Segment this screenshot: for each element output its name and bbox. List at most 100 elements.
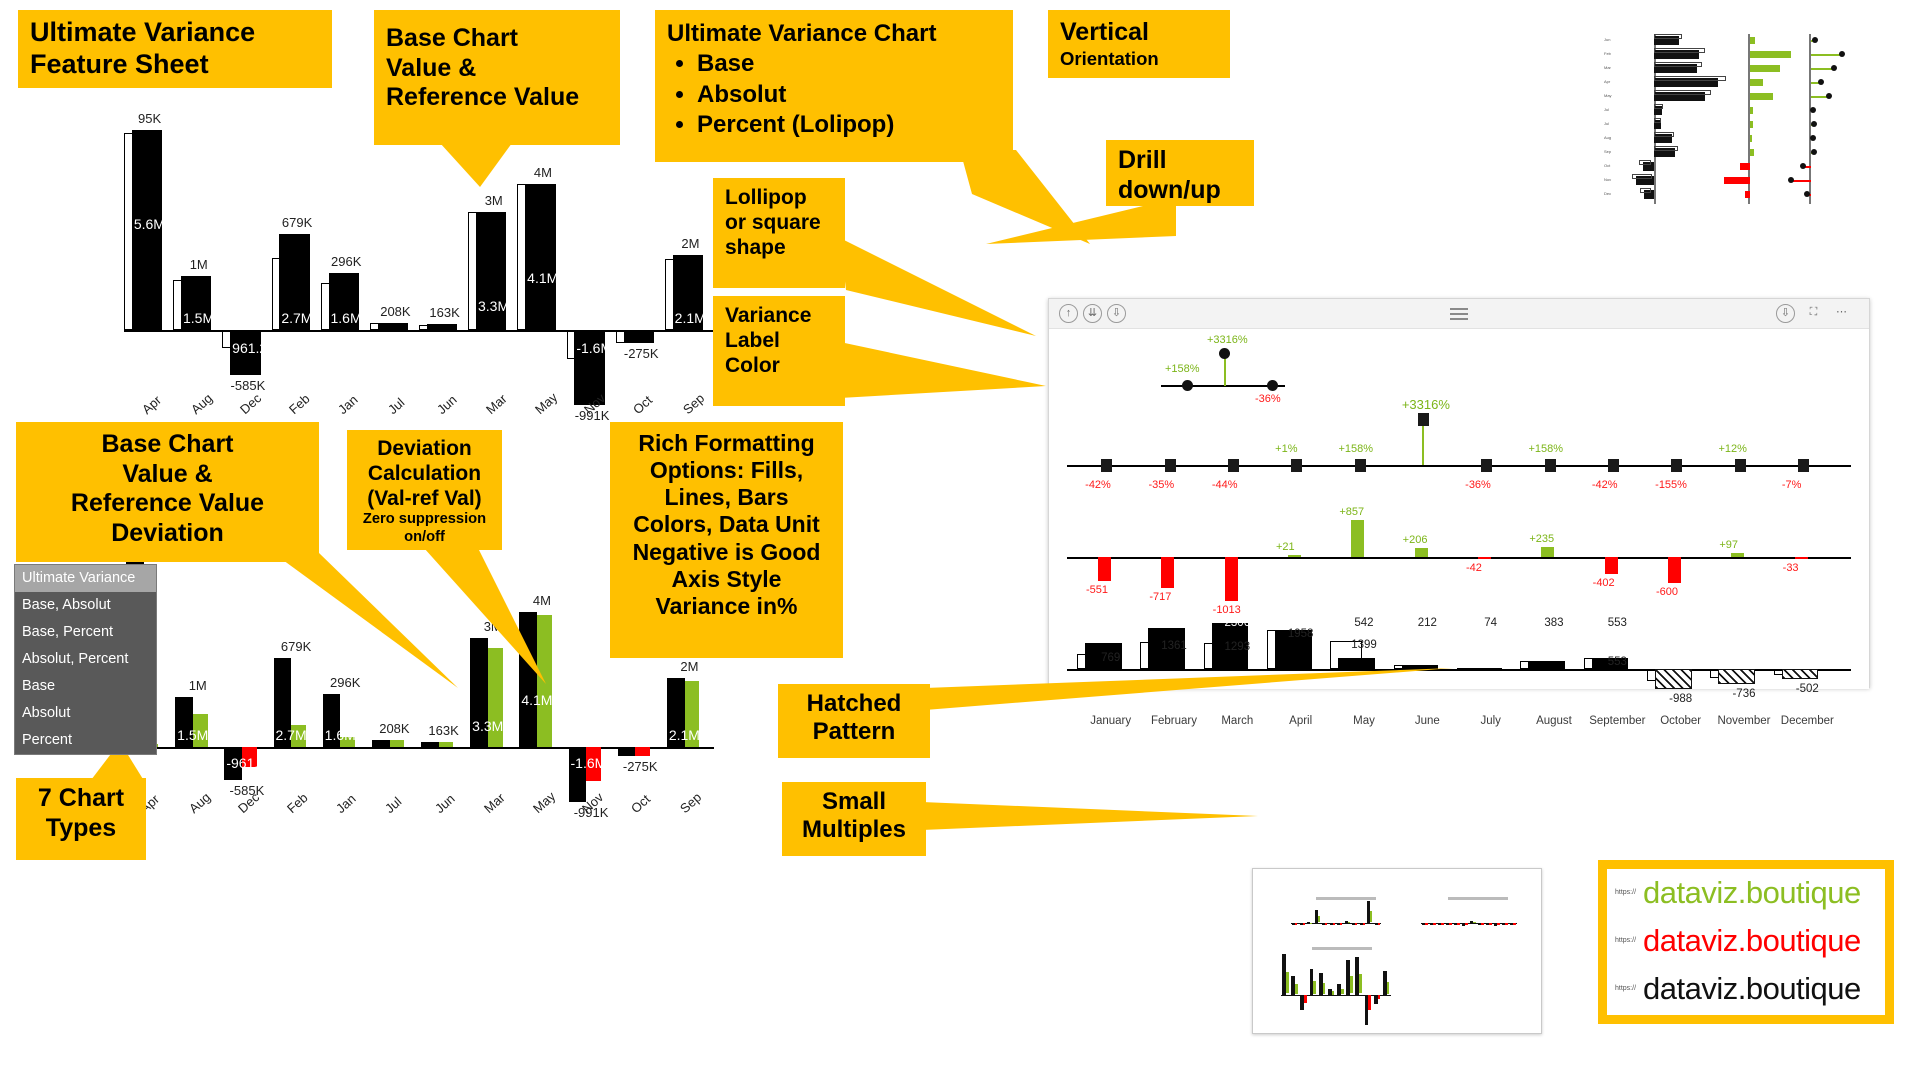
inset-label-36: -36% bbox=[1255, 393, 1281, 405]
focus-mode-icon[interactable]: ⇩ bbox=[1776, 304, 1795, 323]
sm-panel-bottom-dev-3 bbox=[1313, 980, 1317, 994]
sm-panel-top-left-dev-1 bbox=[1302, 923, 1305, 925]
chart-type-dropdown[interactable]: Ultimate Variance Base, Absolut Base, Pe… bbox=[14, 564, 157, 755]
sm-panel-bottom-dev-1 bbox=[1295, 984, 1298, 995]
callout-vertical-sub: Orientation bbox=[1060, 47, 1159, 69]
pbi-percent-label-10: +12% bbox=[1718, 443, 1747, 455]
pbi-absolute-label-3: +21 bbox=[1276, 541, 1295, 553]
pbi-percent-marker-5 bbox=[1417, 413, 1429, 426]
pbi-absolute-label-6: -42 bbox=[1466, 562, 1482, 574]
vert-thumb-reference-8 bbox=[1654, 146, 1678, 151]
top-chart-deviation-label-7: 3M bbox=[484, 193, 503, 209]
vert-thumb-variance-bar-8 bbox=[1750, 149, 1755, 156]
bottom-chart-deviation-label-10: -275K bbox=[622, 759, 658, 775]
dropdown-option-percent[interactable]: Percent bbox=[15, 727, 156, 754]
vert-thumb-month-11: Dec bbox=[1604, 191, 1612, 196]
top-chart-value-label-7: 3.3M bbox=[478, 298, 510, 315]
bottom-chart-value-bar-5 bbox=[371, 740, 390, 747]
sm-panel-top-left-dev-4 bbox=[1325, 923, 1328, 925]
vert-thumb-lolli-dot-5 bbox=[1810, 107, 1817, 113]
callout-base-chart-deviation: Base Chart Value & Reference Value Devia… bbox=[16, 422, 319, 562]
top-chart-category-label-4: Jan bbox=[335, 391, 362, 418]
top-chart-category-label-8: May bbox=[532, 389, 561, 418]
logo-url-prefix-black: https:// bbox=[1615, 985, 1637, 992]
bottom-chart-value-label-4: 1.6M bbox=[324, 727, 356, 743]
powerbi-report-frame[interactable]: ↑ ⇊ ⇩ ⇩ ⛶ ⋯ +158% +3316% -36% -42% -35% -4… bbox=[1048, 298, 1870, 727]
bottom-chart-value-label-7: 3.3M bbox=[472, 717, 504, 734]
pbi-base-reference-label-8: 553 bbox=[1607, 655, 1627, 668]
pbi-absolute-label-2: -1013 bbox=[1212, 604, 1241, 616]
bottom-chart-value-label-2: -961.2K bbox=[226, 755, 276, 771]
logo-name-red: dataviz.boutique bbox=[1643, 923, 1861, 958]
vert-thumb-month-3: Apr bbox=[1604, 79, 1611, 84]
dropdown-option-absolut[interactable]: Absolut bbox=[15, 700, 156, 727]
sm-panel-top-left-dev-10 bbox=[1370, 910, 1373, 922]
sm-panel-bottom-dev-6 bbox=[1340, 989, 1344, 995]
pbi-base-month-label-11: December bbox=[1780, 715, 1834, 727]
pbi-absolute-bar-0 bbox=[1098, 557, 1111, 581]
bottom-chart-value-bar-10 bbox=[617, 747, 636, 757]
sm-panel-bottom-dev-2 bbox=[1304, 995, 1307, 1003]
vert-thumb-month-0: Jun bbox=[1604, 37, 1611, 42]
bottom-chart-value-label-8: 4.1M bbox=[521, 691, 553, 708]
more-options-icon[interactable]: ⋯ bbox=[1832, 304, 1851, 323]
expand-icon[interactable]: ⛶ bbox=[1804, 304, 1823, 323]
dropdown-option-base[interactable]: Base bbox=[15, 673, 156, 700]
pbi-base-value-label-5: 212 bbox=[1417, 617, 1437, 629]
dropdown-option-absolut-percent[interactable]: Absolut, Percent bbox=[15, 646, 156, 673]
pbi-base-hatched-bar-9 bbox=[1655, 669, 1692, 689]
top-chart-deviation-label-6: 163K bbox=[429, 305, 460, 321]
sm-panel-top-right-title bbox=[1447, 897, 1508, 900]
bottom-chart-deviation-bar-5 bbox=[389, 740, 405, 747]
top-chart-category-label-0: Apr bbox=[138, 392, 164, 418]
callout-uvc-item-absolut: Absolut bbox=[697, 81, 1001, 109]
drill-down-icon[interactable]: ⇩ bbox=[1107, 304, 1126, 323]
pbi-percent-marker-7 bbox=[1544, 459, 1556, 472]
pbi-base-hatched-bar-11 bbox=[1781, 669, 1819, 679]
sm-panel-top-left-dev-5 bbox=[1332, 923, 1335, 925]
callout-ultimate-variance-chart: Ultimate Variance Chart Base Absolut Per… bbox=[655, 10, 1013, 162]
inset-dot-2 bbox=[1219, 348, 1230, 359]
bottom-chart-category-label-11: Sep bbox=[677, 789, 705, 817]
drill-up-icon[interactable]: ↑ bbox=[1059, 304, 1078, 323]
pbi-absolute-label-4: +857 bbox=[1339, 505, 1365, 518]
callout-base-chart-value-reference: Base Chart Value & Reference Value bbox=[374, 10, 620, 145]
top-chart-deviation-label-4: 296K bbox=[331, 253, 362, 269]
logo-url-prefix-green: https:// bbox=[1615, 889, 1637, 896]
callout-variance-label-color: Variance Label Color bbox=[713, 296, 845, 406]
drill-down-all-icon[interactable]: ⇊ bbox=[1083, 304, 1102, 323]
vert-thumb-lolli-dot-2 bbox=[1830, 65, 1837, 71]
vert-thumb-lolli-dot-6 bbox=[1810, 121, 1817, 127]
pbi-lollipop-inset: +158% +3316% -36% bbox=[1049, 331, 1869, 409]
vertical-orientation-thumbnail: Jun Feb Mar Apr May Jul Jul Aug Sep Oct Nov Dec bbox=[1596, 22, 1906, 217]
logo-variant-green: https:// dataviz.boutique bbox=[1615, 875, 1895, 921]
top-chart-category-label-2: Dec bbox=[237, 390, 265, 418]
pbi-base-reference-label-0: 769 bbox=[1101, 651, 1121, 664]
dropdown-option-base-absolut[interactable]: Base, Absolut bbox=[15, 592, 156, 619]
pbi-base-value-label-0: 1320 bbox=[1097, 617, 1124, 629]
vert-thumb-axis-3 bbox=[1809, 34, 1811, 204]
pbi-percent-label-11: -7% bbox=[1781, 479, 1802, 491]
dropdown-option-ultimate-variance[interactable]: Ultimate Variance bbox=[15, 565, 156, 592]
pbi-base-reference-label-2: 1293 bbox=[1224, 641, 1251, 654]
top-chart-value-label-3: 2.7M bbox=[281, 310, 313, 326]
sm-panel-bottom-title bbox=[1311, 947, 1372, 950]
pbi-absolute-bar-9 bbox=[1668, 557, 1681, 584]
vert-thumb-variance-bar-10 bbox=[1723, 177, 1750, 184]
vert-thumb-lolli-dot-7 bbox=[1809, 135, 1816, 141]
bottom-chart-deviation-label-1: 1M bbox=[188, 678, 207, 694]
hamburger-icon[interactable] bbox=[1450, 308, 1468, 323]
sm-panel-top-right-dev-8 bbox=[1489, 923, 1492, 925]
sm-panel-bottom-dev-4 bbox=[1322, 983, 1326, 994]
sm-panel-top-left-dev-2 bbox=[1310, 922, 1313, 925]
pbi-absolute-bar-10 bbox=[1731, 552, 1745, 557]
logo-variant-black: https:// dataviz.boutique bbox=[1615, 971, 1895, 1017]
pbi-absolute-variance-chart: -551 -717 -1013 +21 +857 +206 -42 +235 -402 -600 +… bbox=[1049, 505, 1869, 616]
vert-thumb-lolli-dot-1 bbox=[1838, 51, 1845, 57]
pbi-percent-lollipop-chart: -42% -35% -44% +1% +158% +3316% -36% +158% -42% -… bbox=[1049, 397, 1869, 509]
bottom-chart-category-label-1: Aug bbox=[185, 789, 214, 817]
dropdown-option-base-percent[interactable]: Base, Percent bbox=[15, 619, 156, 646]
top-chart-deviation-label-10: -275K bbox=[623, 345, 659, 361]
top-chart-deviation-label-1: 1M bbox=[189, 257, 208, 273]
pbi-absolute-bar-7 bbox=[1541, 546, 1555, 557]
